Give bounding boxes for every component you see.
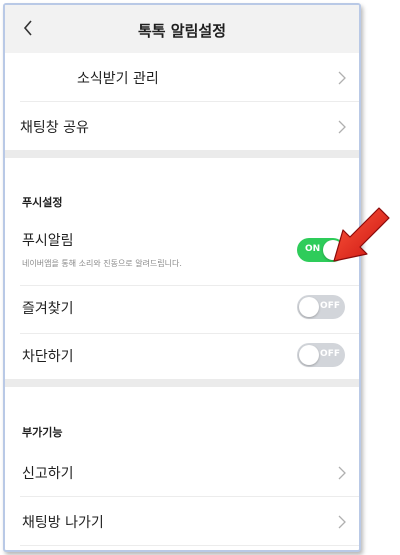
toggle-state-text: OFF	[320, 349, 340, 359]
app-window: 톡톡 알림설정 소식받기 관리 채팅창 공유 푸시설정 푸시알림 네이버앱을 통…	[3, 3, 361, 552]
toggle-knob	[299, 297, 319, 317]
row-label: 소식받기 관리	[77, 71, 159, 87]
chevron-right-icon	[338, 120, 346, 134]
divider	[20, 333, 359, 334]
row-share-chat[interactable]: 채팅창 공유	[5, 102, 359, 150]
push-alarm-label: 푸시알림	[22, 233, 74, 249]
push-alarm-description: 네이버앱을 통해 소리와 진동으로 알려드립니다.	[22, 259, 182, 268]
toggle-state-text: OFF	[320, 301, 340, 311]
chevron-right-icon	[338, 515, 346, 529]
section-title-push: 푸시설정	[22, 196, 63, 209]
row-label: 채팅방 나가기	[22, 515, 104, 531]
section-gap	[5, 379, 359, 387]
row-report[interactable]: 신고하기	[5, 448, 359, 496]
section-title-extra: 부가기능	[22, 426, 63, 439]
divider	[20, 545, 359, 546]
favorites-toggle[interactable]: OFF	[297, 295, 345, 319]
row-leave-chat[interactable]: 채팅방 나가기	[5, 497, 359, 545]
chevron-right-icon	[338, 71, 346, 85]
section-gap	[5, 150, 359, 158]
row-subscription-manage[interactable]: 소식받기 관리	[5, 53, 359, 101]
block-toggle[interactable]: OFF	[297, 343, 345, 367]
toggle-knob	[299, 345, 319, 365]
row-label: 신고하기	[22, 466, 74, 482]
row-label: 채팅창 공유	[20, 120, 89, 136]
chevron-right-icon	[338, 466, 346, 480]
favorites-label: 즐겨찾기	[22, 301, 74, 317]
header-bar: 톡톡 알림설정	[5, 5, 359, 53]
toggle-state-text: ON	[305, 244, 321, 254]
red-arrow-icon	[333, 207, 390, 262]
divider	[20, 285, 359, 286]
block-label: 차단하기	[22, 349, 74, 365]
page-title: 톡톡 알림설정	[137, 22, 227, 40]
